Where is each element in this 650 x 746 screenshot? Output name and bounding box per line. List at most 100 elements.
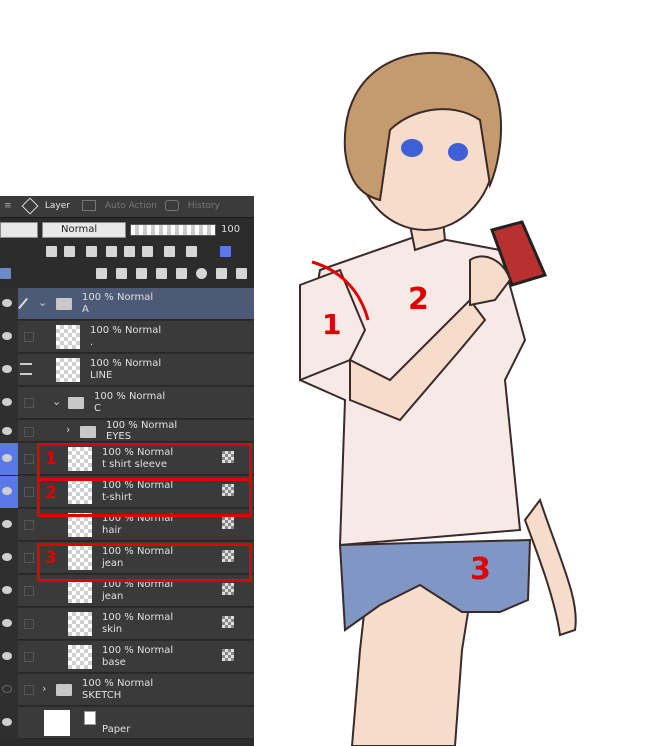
layer-checkbox[interactable] xyxy=(24,586,34,596)
new-raster-layer-icon[interactable] xyxy=(96,268,107,279)
tab-layer-label: Layer xyxy=(44,201,70,211)
layer-row-skin[interactable]: 100 % Normal skin xyxy=(0,608,254,640)
layer-color-select[interactable] xyxy=(0,222,38,238)
reference-layer-icon xyxy=(222,517,234,529)
reference-layer-icon xyxy=(20,363,32,375)
paper-icon xyxy=(84,711,96,725)
layer-name: A xyxy=(82,304,89,315)
eye-icon[interactable] xyxy=(2,332,12,340)
layer-name: skin xyxy=(102,624,123,635)
layer-name: EYES xyxy=(106,431,132,441)
layer-property-toolbar xyxy=(0,241,254,263)
chevron-right-icon[interactable]: › xyxy=(66,423,70,436)
menu-icon[interactable]: ≡ xyxy=(4,196,12,217)
chevron-right-icon[interactable]: › xyxy=(42,682,46,695)
opacity-value[interactable]: 100 xyxy=(221,224,240,235)
lock-transparent-icon[interactable] xyxy=(124,246,135,257)
new-folder-icon[interactable] xyxy=(136,268,147,279)
eye-icon[interactable] xyxy=(2,487,12,495)
layer-checkbox[interactable] xyxy=(24,398,34,408)
layer-row-A[interactable]: ⌄ 100 % Normal A xyxy=(0,288,254,320)
blend-mode-select[interactable]: Normal xyxy=(42,222,126,238)
annotation-3-art: 3 xyxy=(470,552,491,587)
folder-icon xyxy=(68,397,84,409)
tab-history[interactable]: History xyxy=(165,196,220,217)
layer-name: SKETCH xyxy=(82,690,122,701)
character-artwork xyxy=(298,51,577,746)
mask-enable-icon[interactable] xyxy=(164,246,175,257)
tab-auto-action-label: Auto Action xyxy=(104,201,157,211)
blend-toolbar: Normal 100 xyxy=(0,219,254,241)
eye-icon[interactable] xyxy=(2,718,12,726)
layer-checkbox[interactable] xyxy=(24,619,34,629)
tab-layer[interactable]: Layer xyxy=(21,196,70,217)
ruler-icon[interactable] xyxy=(186,246,197,257)
layer-checkbox[interactable] xyxy=(24,553,34,563)
history-icon xyxy=(165,200,179,211)
layer-checkbox[interactable] xyxy=(24,520,34,530)
layer-row-base[interactable]: 100 % Normal base xyxy=(0,641,254,673)
layer-row-sketch[interactable]: › 100 % Normal SKETCH xyxy=(0,674,254,706)
mask-icon[interactable] xyxy=(142,246,153,257)
reference-layer-icon xyxy=(222,616,234,628)
eye-icon[interactable] xyxy=(2,299,12,307)
eye-icon[interactable] xyxy=(2,427,12,435)
layer-name: C xyxy=(94,403,101,414)
create-mask-icon[interactable] xyxy=(196,268,207,279)
layer-checkbox[interactable] xyxy=(24,454,34,464)
layer-thumbnail xyxy=(56,325,80,349)
eye-icon[interactable] xyxy=(2,553,12,561)
chevron-down-icon[interactable]: ⌄ xyxy=(38,296,47,309)
layer-list: ⌄ 100 % Normal A 100 % Normal . 100 % No… xyxy=(0,288,254,746)
eye-icon[interactable] xyxy=(2,586,12,594)
draft-icon[interactable] xyxy=(86,246,97,257)
transfer-down-icon[interactable] xyxy=(156,268,167,279)
layer-row-eyes[interactable]: › 100 % Normal EYES xyxy=(0,420,254,442)
apply-mask-icon[interactable] xyxy=(216,268,227,279)
layer-opacity: 100 % Normal xyxy=(90,358,162,369)
layer-checkbox[interactable] xyxy=(24,487,34,497)
panel-tabs: ≡ Layer Auto Action History xyxy=(0,196,254,218)
layer-checkbox[interactable] xyxy=(24,685,34,695)
tab-history-label: History xyxy=(187,201,220,211)
layer-thumbnail xyxy=(68,645,92,669)
layer-opacity: 100 % Normal xyxy=(82,292,154,303)
layer-row-dot[interactable]: 100 % Normal . xyxy=(0,321,254,353)
layer-opacity: 100 % Normal xyxy=(102,645,174,656)
eye-icon[interactable] xyxy=(2,398,12,406)
layer-name: . xyxy=(90,337,94,348)
layer-color-icon[interactable] xyxy=(220,246,231,257)
eye-icon[interactable] xyxy=(2,619,12,627)
layer-opacity: 100 % Normal xyxy=(82,678,154,689)
layer-row-C[interactable]: ⌄ 100 % Normal C xyxy=(0,387,254,419)
auto-action-icon xyxy=(82,200,96,211)
tab-auto-action[interactable]: Auto Action xyxy=(82,196,157,217)
eye-icon[interactable] xyxy=(2,652,12,660)
clip-icon[interactable] xyxy=(46,246,57,257)
layer-row-line[interactable]: 100 % Normal LINE xyxy=(0,354,254,386)
layer-checkbox[interactable] xyxy=(24,427,34,437)
layer-checkbox[interactable] xyxy=(24,332,34,342)
layer-menu-icon[interactable] xyxy=(0,268,11,279)
lock-icon[interactable] xyxy=(106,246,117,257)
annotation-1-panel: 1 xyxy=(45,449,57,469)
chevron-down-icon[interactable]: ⌄ xyxy=(52,395,61,408)
eye-icon[interactable] xyxy=(2,520,12,528)
trash-icon[interactable] xyxy=(236,268,247,279)
eye-icon[interactable] xyxy=(2,365,12,373)
eye-icon[interactable] xyxy=(2,454,12,462)
eye-icon[interactable] xyxy=(2,685,12,693)
highlight-box-sleeve xyxy=(37,443,252,481)
layer-thumbnail xyxy=(68,579,92,603)
layer-name: base xyxy=(102,657,126,668)
layer-checkbox[interactable] xyxy=(24,652,34,662)
opacity-slider[interactable] xyxy=(130,224,216,236)
layer-row-paper[interactable]: Paper xyxy=(0,707,254,739)
reference-icon[interactable] xyxy=(64,246,75,257)
folder-icon xyxy=(56,298,72,310)
reference-layer-icon xyxy=(222,583,234,595)
layers-icon xyxy=(21,197,39,214)
combine-icon[interactable] xyxy=(176,268,187,279)
new-vector-layer-icon[interactable] xyxy=(116,268,127,279)
layer-thumbnail xyxy=(56,358,80,382)
